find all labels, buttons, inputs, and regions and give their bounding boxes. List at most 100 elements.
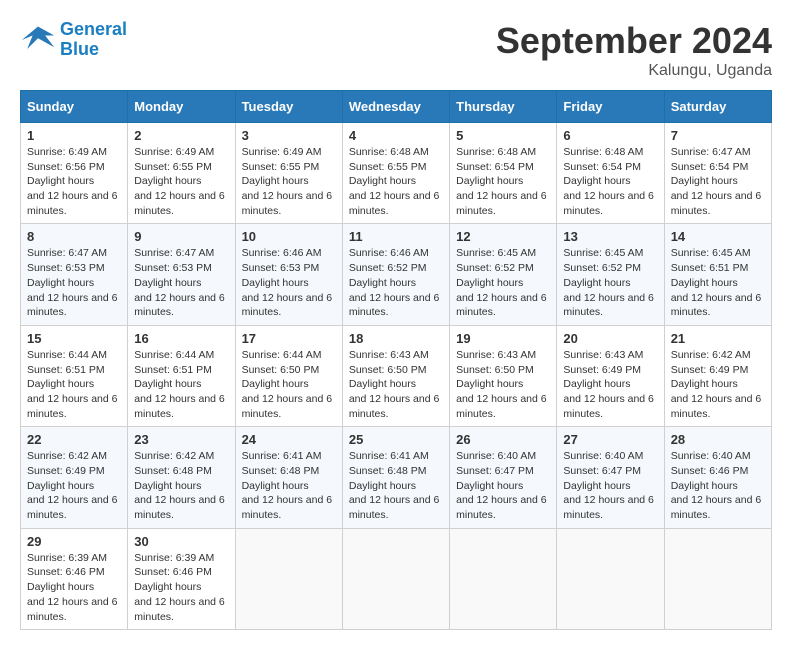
day-info: Sunrise: 6:47 AM Sunset: 6:54 PM Dayligh… [671,145,765,218]
calendar-day-cell: 9 Sunrise: 6:47 AM Sunset: 6:53 PM Dayli… [128,224,235,325]
day-number: 2 [134,128,228,143]
calendar-day-cell: 12 Sunrise: 6:45 AM Sunset: 6:52 PM Dayl… [450,224,557,325]
calendar-week-row: 15 Sunrise: 6:44 AM Sunset: 6:51 PM Dayl… [21,325,772,426]
weekday-header-cell: Thursday [450,91,557,123]
day-number: 30 [134,534,228,549]
day-number: 8 [27,229,121,244]
calendar-week-row: 29 Sunrise: 6:39 AM Sunset: 6:46 PM Dayl… [21,528,772,629]
calendar-day-cell: 28 Sunrise: 6:40 AM Sunset: 6:46 PM Dayl… [664,427,771,528]
day-number: 21 [671,331,765,346]
calendar-day-cell: 7 Sunrise: 6:47 AM Sunset: 6:54 PM Dayli… [664,123,771,224]
calendar-day-cell: 6 Sunrise: 6:48 AM Sunset: 6:54 PM Dayli… [557,123,664,224]
day-number: 18 [349,331,443,346]
day-number: 26 [456,432,550,447]
day-number: 27 [563,432,657,447]
calendar-day-cell: 11 Sunrise: 6:46 AM Sunset: 6:52 PM Dayl… [342,224,449,325]
calendar-table: SundayMondayTuesdayWednesdayThursdayFrid… [20,90,772,630]
weekday-header-cell: Tuesday [235,91,342,123]
day-info: Sunrise: 6:43 AM Sunset: 6:49 PM Dayligh… [563,348,657,421]
day-number: 29 [27,534,121,549]
calendar-day-cell: 30 Sunrise: 6:39 AM Sunset: 6:46 PM Dayl… [128,528,235,629]
day-number: 23 [134,432,228,447]
day-info: Sunrise: 6:45 AM Sunset: 6:52 PM Dayligh… [456,246,550,319]
calendar-day-cell: 26 Sunrise: 6:40 AM Sunset: 6:47 PM Dayl… [450,427,557,528]
day-info: Sunrise: 6:40 AM Sunset: 6:47 PM Dayligh… [563,449,657,522]
day-info: Sunrise: 6:40 AM Sunset: 6:47 PM Dayligh… [456,449,550,522]
day-number: 28 [671,432,765,447]
day-number: 12 [456,229,550,244]
logo-icon [20,22,56,58]
day-number: 20 [563,331,657,346]
weekday-header-cell: Sunday [21,91,128,123]
day-number: 16 [134,331,228,346]
calendar-day-cell: 18 Sunrise: 6:43 AM Sunset: 6:50 PM Dayl… [342,325,449,426]
calendar-week-row: 22 Sunrise: 6:42 AM Sunset: 6:49 PM Dayl… [21,427,772,528]
calendar-day-cell: 22 Sunrise: 6:42 AM Sunset: 6:49 PM Dayl… [21,427,128,528]
calendar-day-cell: 1 Sunrise: 6:49 AM Sunset: 6:56 PM Dayli… [21,123,128,224]
calendar-day-cell: 3 Sunrise: 6:49 AM Sunset: 6:55 PM Dayli… [235,123,342,224]
calendar-day-cell [450,528,557,629]
calendar-day-cell: 15 Sunrise: 6:44 AM Sunset: 6:51 PM Dayl… [21,325,128,426]
calendar-week-row: 8 Sunrise: 6:47 AM Sunset: 6:53 PM Dayli… [21,224,772,325]
day-info: Sunrise: 6:43 AM Sunset: 6:50 PM Dayligh… [349,348,443,421]
calendar-day-cell [664,528,771,629]
title-block: September 2024 Kalungu, Uganda [496,20,772,80]
day-number: 3 [242,128,336,143]
calendar-day-cell: 23 Sunrise: 6:42 AM Sunset: 6:48 PM Dayl… [128,427,235,528]
day-info: Sunrise: 6:45 AM Sunset: 6:51 PM Dayligh… [671,246,765,319]
day-number: 13 [563,229,657,244]
day-info: Sunrise: 6:44 AM Sunset: 6:51 PM Dayligh… [27,348,121,421]
day-number: 24 [242,432,336,447]
day-info: Sunrise: 6:46 AM Sunset: 6:52 PM Dayligh… [349,246,443,319]
calendar-day-cell: 16 Sunrise: 6:44 AM Sunset: 6:51 PM Dayl… [128,325,235,426]
calendar-day-cell: 27 Sunrise: 6:40 AM Sunset: 6:47 PM Dayl… [557,427,664,528]
logo: General Blue [20,20,127,60]
weekday-header-row: SundayMondayTuesdayWednesdayThursdayFrid… [21,91,772,123]
day-info: Sunrise: 6:41 AM Sunset: 6:48 PM Dayligh… [349,449,443,522]
day-number: 25 [349,432,443,447]
calendar-week-row: 1 Sunrise: 6:49 AM Sunset: 6:56 PM Dayli… [21,123,772,224]
calendar-day-cell: 29 Sunrise: 6:39 AM Sunset: 6:46 PM Dayl… [21,528,128,629]
day-info: Sunrise: 6:46 AM Sunset: 6:53 PM Dayligh… [242,246,336,319]
day-number: 6 [563,128,657,143]
day-info: Sunrise: 6:43 AM Sunset: 6:50 PM Dayligh… [456,348,550,421]
calendar-day-cell: 21 Sunrise: 6:42 AM Sunset: 6:49 PM Dayl… [664,325,771,426]
calendar-day-cell: 20 Sunrise: 6:43 AM Sunset: 6:49 PM Dayl… [557,325,664,426]
day-info: Sunrise: 6:47 AM Sunset: 6:53 PM Dayligh… [134,246,228,319]
day-info: Sunrise: 6:42 AM Sunset: 6:49 PM Dayligh… [671,348,765,421]
calendar-day-cell: 13 Sunrise: 6:45 AM Sunset: 6:52 PM Dayl… [557,224,664,325]
logo-text: General Blue [60,20,127,60]
location-label: Kalungu, Uganda [496,62,772,80]
calendar-day-cell: 25 Sunrise: 6:41 AM Sunset: 6:48 PM Dayl… [342,427,449,528]
calendar-day-cell [342,528,449,629]
day-info: Sunrise: 6:49 AM Sunset: 6:55 PM Dayligh… [242,145,336,218]
calendar-day-cell: 2 Sunrise: 6:49 AM Sunset: 6:55 PM Dayli… [128,123,235,224]
weekday-header-cell: Friday [557,91,664,123]
day-info: Sunrise: 6:42 AM Sunset: 6:48 PM Dayligh… [134,449,228,522]
calendar-day-cell: 14 Sunrise: 6:45 AM Sunset: 6:51 PM Dayl… [664,224,771,325]
day-info: Sunrise: 6:44 AM Sunset: 6:51 PM Dayligh… [134,348,228,421]
weekday-header-cell: Saturday [664,91,771,123]
day-number: 22 [27,432,121,447]
day-info: Sunrise: 6:48 AM Sunset: 6:54 PM Dayligh… [456,145,550,218]
day-number: 1 [27,128,121,143]
day-info: Sunrise: 6:42 AM Sunset: 6:49 PM Dayligh… [27,449,121,522]
page-header: General Blue September 2024 Kalungu, Uga… [20,20,772,80]
day-info: Sunrise: 6:49 AM Sunset: 6:56 PM Dayligh… [27,145,121,218]
weekday-header-cell: Wednesday [342,91,449,123]
day-info: Sunrise: 6:39 AM Sunset: 6:46 PM Dayligh… [134,551,228,624]
day-info: Sunrise: 6:47 AM Sunset: 6:53 PM Dayligh… [27,246,121,319]
day-info: Sunrise: 6:41 AM Sunset: 6:48 PM Dayligh… [242,449,336,522]
calendar-day-cell: 4 Sunrise: 6:48 AM Sunset: 6:55 PM Dayli… [342,123,449,224]
day-number: 15 [27,331,121,346]
day-info: Sunrise: 6:45 AM Sunset: 6:52 PM Dayligh… [563,246,657,319]
day-info: Sunrise: 6:44 AM Sunset: 6:50 PM Dayligh… [242,348,336,421]
day-number: 5 [456,128,550,143]
calendar-day-cell: 10 Sunrise: 6:46 AM Sunset: 6:53 PM Dayl… [235,224,342,325]
day-info: Sunrise: 6:49 AM Sunset: 6:55 PM Dayligh… [134,145,228,218]
day-number: 9 [134,229,228,244]
day-number: 17 [242,331,336,346]
day-number: 11 [349,229,443,244]
calendar-day-cell [235,528,342,629]
calendar-day-cell: 19 Sunrise: 6:43 AM Sunset: 6:50 PM Dayl… [450,325,557,426]
